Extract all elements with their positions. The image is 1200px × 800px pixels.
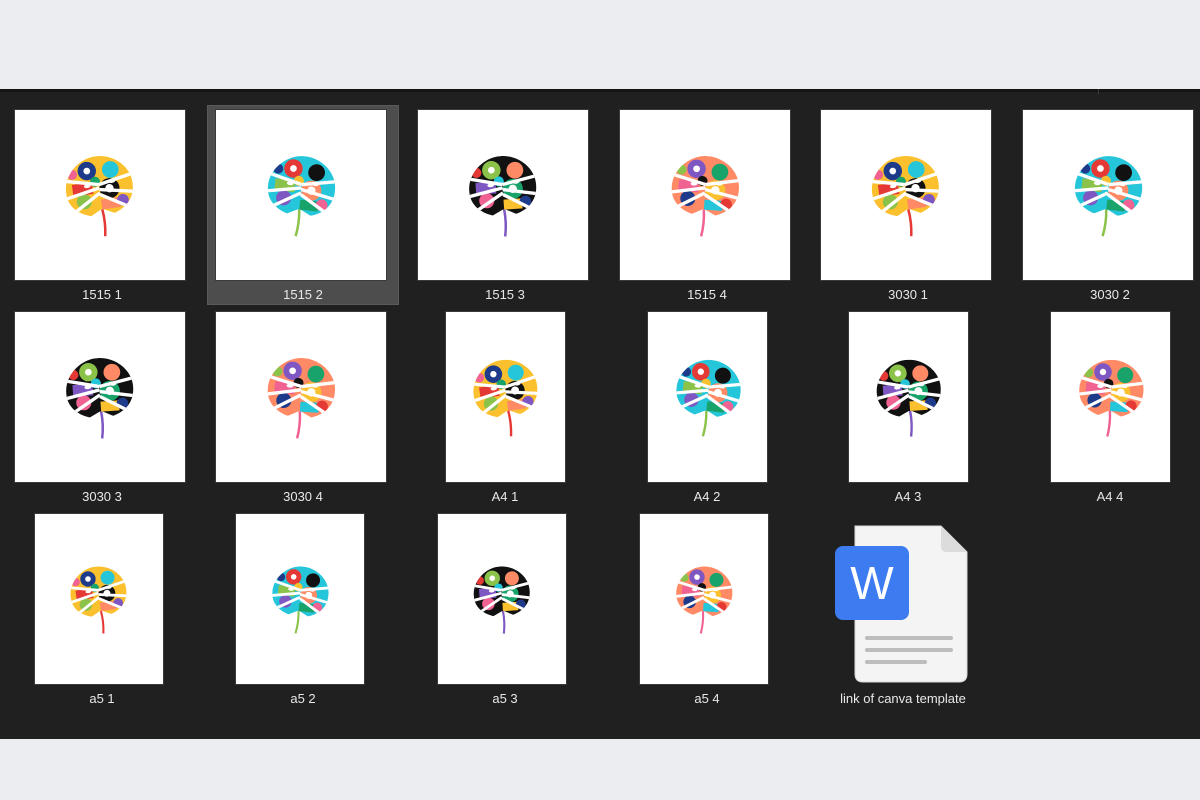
leaf-colorful-icon [63, 355, 136, 439]
leaf-colorful-icon [1077, 357, 1145, 437]
leaf-colorful-icon [270, 563, 332, 634]
thumbnail [236, 514, 364, 684]
leaf-colorful-icon [674, 564, 735, 634]
thumbnail [849, 312, 968, 482]
file-name-label: A4 1 [491, 489, 519, 504]
thumbnail [418, 110, 588, 280]
thumbnail [15, 312, 185, 482]
file-name-label: 1515 1 [82, 287, 122, 302]
bottom-band [0, 739, 1200, 800]
thumbnail [35, 514, 163, 684]
file-name-label: a5 3 [492, 691, 518, 706]
leaf-colorful-icon [670, 153, 742, 237]
leaf-colorful-icon [471, 564, 532, 634]
file-name-label: A4 4 [1096, 489, 1124, 504]
file-name-label: a5 4 [694, 691, 720, 706]
file-name-label: 3030 1 [888, 287, 928, 302]
word-letter: W [850, 557, 894, 609]
column-divider [1098, 89, 1099, 94]
file-name-label: 1515 3 [485, 287, 525, 302]
file-explorer-grid: 1515 1 1515 2 1515 3 1515 4 3030 1 3030 … [0, 89, 1200, 739]
thumbnail [620, 110, 790, 280]
leaf-colorful-icon [266, 355, 338, 439]
leaf-colorful-icon [66, 562, 130, 634]
file-name-label: a5 1 [89, 691, 115, 706]
thumbnail [640, 514, 768, 684]
file-name-label: a5 2 [290, 691, 316, 706]
file-name-label: 1515 4 [687, 287, 727, 302]
file-name-label: 3030 2 [1090, 287, 1130, 302]
file-name-label: A4 3 [894, 489, 922, 504]
thumbnail [216, 110, 386, 280]
thumbnail [648, 312, 767, 482]
thumbnail [1051, 312, 1170, 482]
thumbnail [438, 514, 566, 684]
file-name-label: 3030 3 [82, 489, 122, 504]
leaf-colorful-icon [468, 355, 541, 437]
leaf-colorful-icon [874, 357, 942, 437]
file-name-label: link of canva template [840, 691, 966, 706]
leaf-colorful-icon [673, 356, 744, 437]
thumbnail [15, 110, 185, 280]
thumbnail [821, 110, 991, 280]
header-divider [0, 89, 1200, 92]
leaf-colorful-icon [1072, 152, 1146, 237]
file-name-label: A4 2 [693, 489, 721, 504]
thumbnail [216, 312, 386, 482]
leaf-colorful-icon [466, 153, 539, 237]
file-name-label: 3030 4 [283, 489, 323, 504]
file-name-label: 1515 2 [283, 287, 323, 302]
word-document-icon: W [833, 524, 969, 684]
leaf-colorful-icon [867, 151, 943, 237]
thumbnail [1023, 110, 1193, 280]
leaf-colorful-icon [61, 151, 137, 237]
thumbnail [446, 312, 565, 482]
top-band [0, 0, 1200, 89]
leaf-colorful-icon [265, 152, 339, 237]
